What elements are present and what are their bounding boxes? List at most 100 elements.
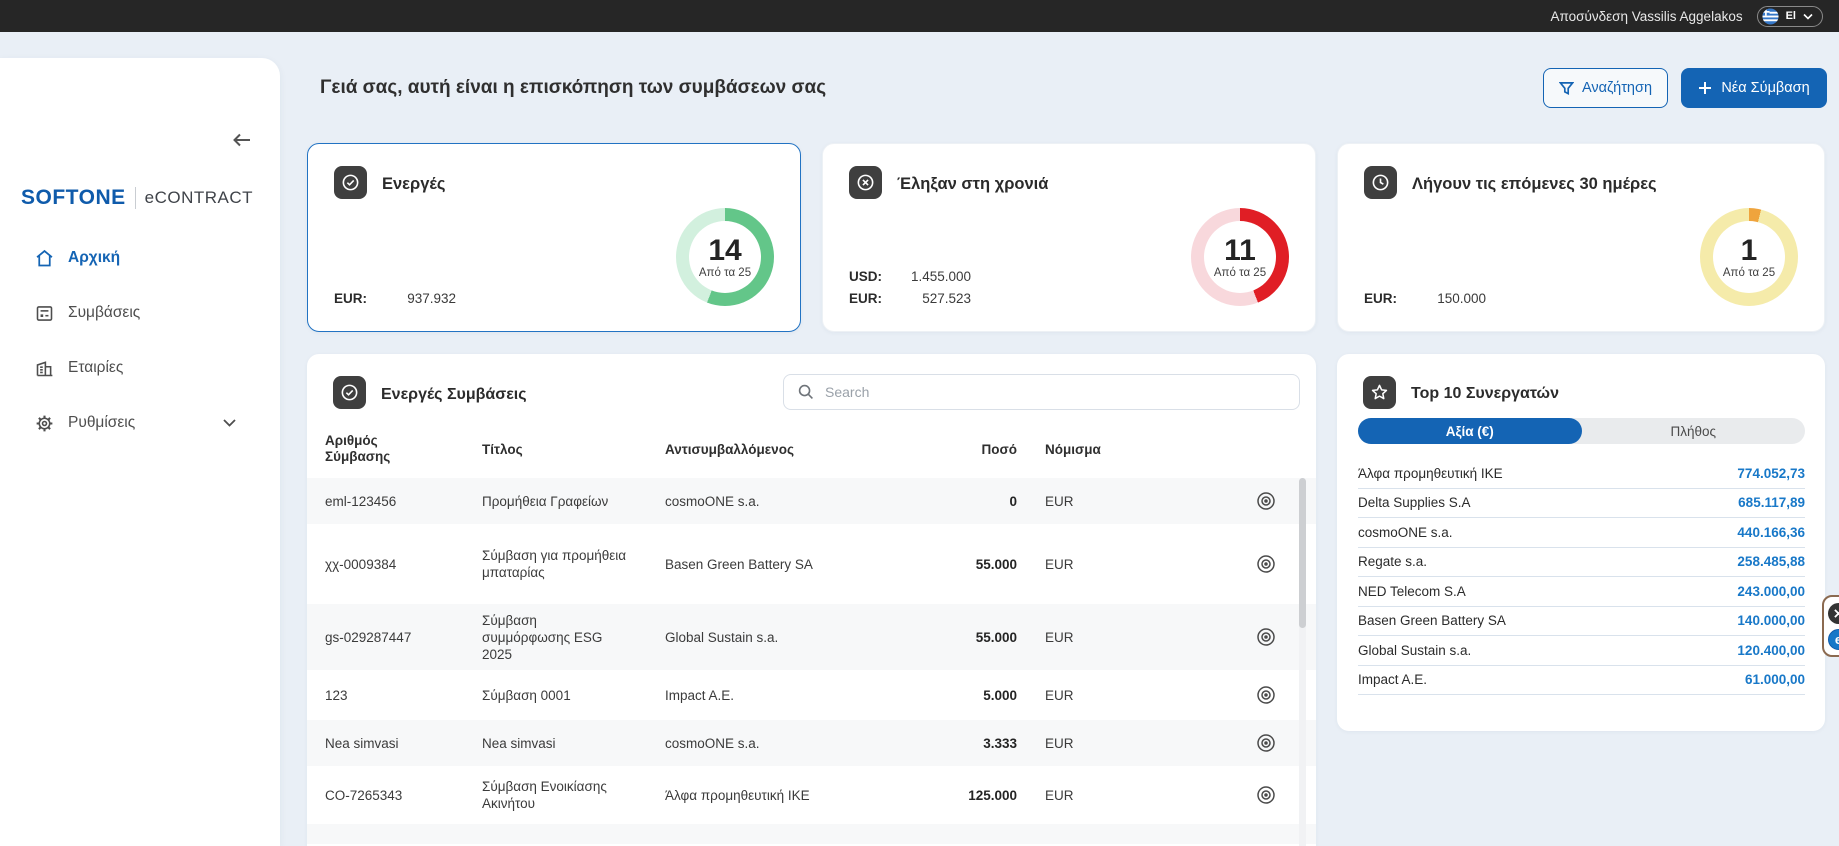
partner-value: 685.117,89 [1738,495,1805,511]
sidebar-collapse-icon[interactable] [232,132,252,148]
cell-amount: 5.000 [983,687,1017,703]
sidebar-item-companies[interactable]: Εταιρίες [0,354,280,382]
cell-title: Σύμβαση 0001 [482,687,571,703]
table-row[interactable] [307,824,1316,844]
greek-flag-icon [1762,7,1779,25]
card-amounts: EUR: 937.932 [334,287,456,309]
list-item[interactable]: Basen Green Battery SA 140.000,00 [1358,607,1805,636]
list-item[interactable]: NED Telecom S.A 243.000,00 [1358,577,1805,607]
table-row[interactable]: CO-7265343 Σύμβαση Ενοικίασης Ακινήτου Ά… [307,766,1316,824]
list-item[interactable]: cosmoONE s.a. 440.166,36 [1358,518,1805,548]
logout-link[interactable]: Αποσύνδεση Vassilis Aggelakos [1551,9,1743,24]
cell-currency: EUR [1045,787,1074,803]
card-expiring-soon-contracts[interactable]: Λήγουν τις επόμενες 30 ημέρες 1 Από τα 2… [1337,143,1825,332]
table-search-box [783,374,1300,410]
donut-chart-active: 14 Από τα 25 [676,208,774,306]
column-header-currency: Νόμισμα [1045,441,1101,457]
table-row[interactable]: 123 Σύμβαση 0001 Impact A.E. 5.000 EUR [307,670,1316,720]
donut-value: 1 [1740,233,1758,267]
cell-amount: 3.333 [983,735,1017,751]
tab-count[interactable]: Πλήθος [1582,418,1806,444]
cell-title: Nea simvasi [482,735,556,751]
sidebar-item-contracts[interactable]: Συμβάσεις [0,299,280,327]
partner-name: Regate s.a. [1358,554,1428,570]
partner-value: 120.400,00 [1737,642,1805,658]
star-icon [1363,376,1396,409]
list-item[interactable]: Delta Supplies S.A 685.117,89 [1358,489,1805,518]
building-icon [34,358,55,379]
feedback-widget[interactable]: e [1822,595,1839,657]
donut-value: 11 [1224,233,1256,267]
table-scrollbar[interactable] [1299,478,1306,846]
topbar: Αποσύνδεση Vassilis Aggelakos El [0,0,1839,32]
donut-total-label: Από τα 25 [698,266,752,279]
cell-amount: 125.000 [968,787,1017,803]
search-icon [798,384,814,400]
card-active-contracts[interactable]: Ενεργές 14 Από τα 25 EUR: 937.932 [307,143,801,332]
partner-name: Άλφα προμηθευτική ΙΚΕ [1358,465,1503,481]
gear-icon [34,413,55,434]
partner-name: Impact A.E. [1358,672,1428,688]
chevron-down-icon[interactable] [223,419,236,427]
currency-label: USD: [849,268,882,284]
partners-tabs: Αξία (€) Πλήθος [1358,418,1805,444]
table-body: eml-123456 Προμήθεια Γραφείων cosmoONE s… [307,478,1316,844]
table-row[interactable]: χχ-0009384 Σύμβαση για προμήθεια μπαταρί… [307,524,1316,604]
donut-chart-expiring: 1 Από τα 25 [1700,208,1798,306]
table-row[interactable]: Nea simvasi Nea simvasi cosmoONE s.a. 3.… [307,720,1316,766]
table-row[interactable]: eml-123456 Προμήθεια Γραφείων cosmoONE s… [307,478,1316,524]
partner-value: 258.485,88 [1737,554,1805,570]
view-contract-icon[interactable] [1255,490,1277,512]
top-partners-panel: Top 10 Συνεργατών Αξία (€) Πλήθος Άλφα π… [1337,354,1825,731]
list-item[interactable]: Impact A.E. 61.000,00 [1358,666,1805,695]
sidebar-item-home[interactable]: Αρχική [0,244,280,272]
card-amounts: USD: 1.455.000 EUR: 527.523 [849,265,971,309]
currency-value: 150.000 [1437,290,1486,306]
close-icon[interactable] [1828,602,1839,624]
partner-value: 61.000,00 [1744,672,1805,688]
cell-amount: 0 [1009,493,1017,509]
view-contract-icon[interactable] [1255,684,1277,706]
cell-currency: EUR [1045,493,1074,509]
list-item[interactable]: Άλφα προμηθευτική ΙΚΕ 774.052,73 [1358,459,1805,489]
table-row[interactable]: gs-029287447 Σύμβαση συμμόρφωσης ESG 202… [307,604,1316,670]
view-contract-icon[interactable] [1255,732,1277,754]
currency-value: 527.523 [922,290,971,306]
active-contracts-panel: Ενεργές Συμβάσεις Αριθμός Σύμβασης Τίτλο… [307,354,1316,846]
funnel-icon [1558,81,1574,96]
language-selector[interactable]: El [1756,5,1823,27]
sidebar-item-settings[interactable]: Ρυθμίσεις [0,409,280,437]
table-header: Αριθμός Σύμβασης Τίτλος Αντισυμβαλλόμενο… [307,420,1316,478]
feedback-logo-icon[interactable]: e [1828,628,1839,650]
tab-value[interactable]: Αξία (€) [1358,418,1582,444]
column-header-counterparty: Αντισυμβαλλόμενος [665,441,794,457]
view-contract-icon[interactable] [1255,784,1277,806]
list-item[interactable]: Regate s.a. 258.485,88 [1358,548,1805,577]
new-contract-button[interactable]: Νέα Σύμβαση [1681,68,1827,108]
search-input[interactable] [825,384,1285,400]
column-header-number: Αριθμός Σύμβασης [325,433,391,464]
cell-currency: EUR [1045,735,1074,751]
view-contract-icon[interactable] [1255,626,1277,648]
donut-value: 14 [708,233,742,267]
cell-currency: EUR [1045,556,1074,572]
card-expired-contracts[interactable]: Έληξαν στη χρονιά 11 Από τα 25 USD: 1.45… [822,143,1316,332]
sidebar-item-label: Ρυθμίσεις [68,414,136,431]
search-contracts-button[interactable]: Αναζήτηση [1543,68,1668,108]
view-contract-icon[interactable] [1255,553,1277,575]
check-circle-icon [333,376,366,409]
chevron-down-icon [1803,13,1813,20]
cell-title: Σύμβαση για προμήθεια μπαταρίας [482,548,627,580]
brand-divider [134,187,136,209]
cell-number: eml-123456 [325,493,397,509]
column-header-title: Τίτλος [482,441,523,457]
partner-value: 440.166,36 [1737,524,1805,540]
cell-currency: EUR [1045,687,1074,703]
sidebar-item-label: Συμβάσεις [68,304,141,321]
search-button-label: Αναζήτηση [1581,80,1653,96]
scrollbar-thumb[interactable] [1299,478,1306,628]
page-title: Γειά σας, αυτή είναι η επισκόπηση των συ… [320,77,827,98]
partners-title: Top 10 Συνεργατών [1411,385,1559,402]
currency-label: EUR: [1364,290,1397,306]
list-item[interactable]: Global Sustain s.a. 120.400,00 [1358,636,1805,666]
